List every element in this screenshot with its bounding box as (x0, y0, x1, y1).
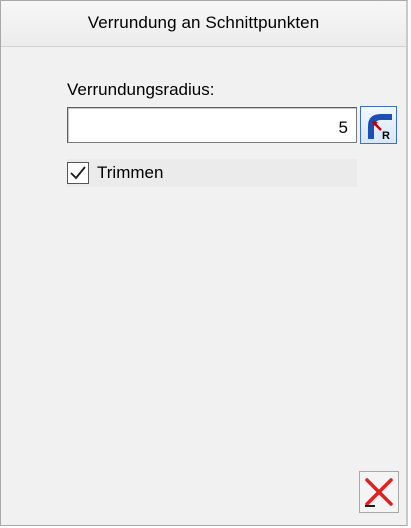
pick-radius-button[interactable]: R (360, 106, 397, 144)
fillet-panel: Verrundung an Schnittpunkten Verrundungs… (0, 0, 408, 526)
close-icon (365, 478, 393, 507)
trim-label: Trimmen (97, 163, 164, 182)
checkmark-icon (70, 166, 86, 180)
trim-checkbox-row[interactable]: Trimmen (67, 159, 357, 187)
fillet-radius-icon: R (368, 114, 392, 141)
panel-title: Verrundung an Schnittpunkten (87, 13, 320, 32)
radius-label: Verrundungsradius: (67, 80, 215, 99)
cancel-button[interactable] (359, 471, 399, 513)
radius-input[interactable] (67, 107, 357, 143)
trim-checkbox[interactable] (67, 162, 89, 184)
panel-titlebar: Verrundung an Schnittpunkten (1, 1, 406, 47)
svg-text:R: R (382, 130, 390, 141)
